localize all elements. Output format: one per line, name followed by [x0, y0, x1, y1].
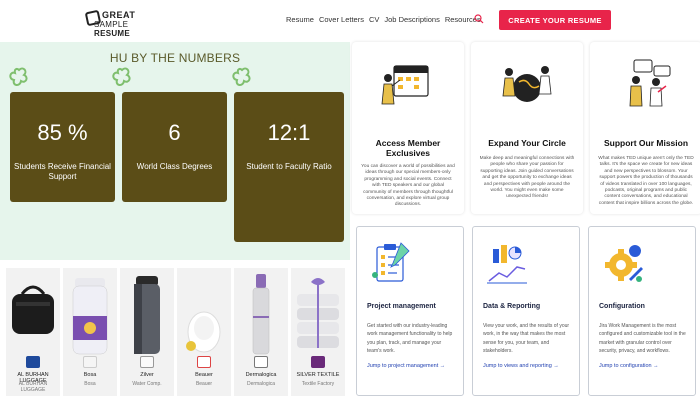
product-name: Zilver	[140, 372, 154, 378]
product-brand: Beauer	[195, 381, 213, 387]
gear-icon	[605, 245, 643, 282]
serum-bottle-image	[252, 274, 270, 355]
nav-item-resume[interactable]: Resume	[286, 15, 314, 24]
card-title: Configuration	[599, 303, 645, 310]
thermos-image	[134, 276, 160, 354]
card-body: Jira Work Management is the most configu…	[599, 323, 686, 354]
product-card[interactable]: SILVER TEXTILE Textile Factory	[291, 268, 345, 396]
product-name: Dermalogica	[245, 372, 277, 378]
logo-word-resume: RESUME	[94, 29, 131, 38]
product-card[interactable]: Zilver Water Comp.	[120, 268, 174, 396]
card-body: View your work, and the results of your …	[483, 323, 570, 354]
stat-card-degrees: 6 World Class Degrees	[122, 92, 227, 202]
member-card-circle: Expand Your Circle Make deep and meaning…	[471, 42, 583, 214]
member-card-exclusives: Access Member Exclusives You can discove…	[352, 42, 464, 214]
product-name: Beauer	[195, 372, 213, 378]
card-title: Support Our Mission	[603, 138, 689, 148]
chart-icon	[487, 245, 527, 284]
stat-value: 6	[168, 120, 181, 145]
calendar-illustration-icon	[381, 65, 429, 105]
create-resume-button[interactable]: CREATE YOUR RESUME	[499, 10, 611, 30]
brand-logo	[311, 356, 325, 368]
bag-image	[12, 285, 54, 334]
numbers-section: HU BY THE NUMBERS 85 % Students Receive …	[0, 42, 350, 260]
brand-logo	[83, 356, 97, 368]
feature-card-project-management: Project management Get started with our …	[356, 226, 464, 396]
logo-word-sample: SAMPLE	[94, 20, 129, 29]
stat-label: World Class Degrees	[136, 162, 213, 171]
logo-text-line1: GREAT	[102, 10, 136, 20]
nav-item-job-descriptions[interactable]: Job Descriptions	[384, 15, 439, 24]
brand-logo	[26, 356, 40, 368]
product-brand: Bosa	[84, 381, 96, 387]
product-name: SILVER TEXTILE	[296, 372, 340, 378]
towels-image	[297, 278, 339, 348]
stat-label: Student to Faculty Ratio	[246, 162, 332, 171]
brand-logo	[140, 356, 154, 368]
card-title: Access Member Exclusives	[375, 138, 441, 158]
speaker-image	[186, 311, 221, 353]
clipboard-icon	[372, 242, 410, 282]
feature-card-configuration: Configuration Jira Work Management is th…	[588, 226, 696, 396]
product-brand: AL BURHAN LUGGAGE	[18, 381, 48, 393]
product-card[interactable]: AL BURHAN LUGGAGE AL BURHAN LUGGAGE	[6, 268, 60, 396]
jump-to-configuration-link[interactable]: Jump to configuration →	[599, 363, 659, 369]
stat-value: 85 %	[37, 120, 88, 145]
nav-item-cv[interactable]: CV	[369, 15, 379, 24]
section-title: HU BY THE NUMBERS	[109, 51, 241, 65]
stat-card-financial-support: 85 % Students Receive Financial Support	[10, 92, 115, 202]
card-body: Get started with our industry-leading wo…	[367, 323, 453, 354]
card-title: Expand Your Circle	[488, 138, 566, 148]
card-body: Make deep and meaningful connections wit…	[479, 156, 575, 200]
product-brand: Dermalogica	[246, 381, 276, 387]
member-card-mission: Support Our Mission What makes TED uniqu…	[590, 42, 700, 214]
brand-logo	[197, 356, 211, 368]
card-title: Data & Reporting	[483, 303, 541, 310]
stat-label: Students Receive Financial Support	[14, 162, 111, 181]
product-card[interactable]: Beauer Beauer	[177, 268, 231, 396]
product-card[interactable]: Bosa Bosa	[63, 268, 117, 396]
product-strip: AL BURHAN LUGGAGE AL BURHAN LUGGAGE Bosa…	[0, 268, 350, 400]
product-brand: Water Comp.	[132, 381, 162, 387]
nav-item-cover-letters[interactable]: Cover Letters	[319, 15, 364, 24]
card-body: What makes TED unique aren't only the TE…	[598, 156, 694, 206]
jump-to-project-management-link[interactable]: Jump to project management →	[367, 363, 445, 369]
logo[interactable]: GREAT SAMPLE RESUME	[84, 9, 164, 38]
product-name: Bosa	[83, 372, 97, 378]
stat-card-faculty-ratio: 12:1 Student to Faculty Ratio	[234, 92, 344, 242]
jump-to-views-and-reporting-link[interactable]: Jump to views and reporting →	[483, 363, 559, 369]
card-title: Project management	[367, 303, 436, 310]
main-nav: Resume Cover Letters CV Job Descriptions…	[286, 15, 481, 24]
stat-value: 12:1	[267, 120, 311, 145]
brand-logo	[254, 356, 268, 368]
flower-icon	[232, 67, 251, 86]
globe-people-illustration-icon	[502, 66, 552, 102]
card-body: You can discover a world of possibilitie…	[361, 164, 455, 208]
flower-icon	[9, 67, 28, 86]
feature-card-data-reporting: Data & Reporting View your work, and the…	[472, 226, 580, 396]
bottle-image	[72, 278, 108, 355]
search-icon[interactable]	[474, 14, 484, 24]
product-brand: Textile Factory	[301, 381, 335, 387]
logo-text-line2: SAMPLE RESUME	[94, 20, 164, 38]
flower-icon	[112, 67, 131, 86]
site-header: GREAT SAMPLE RESUME Resume Cover Letters…	[0, 0, 700, 42]
product-card[interactable]: Dermalogica Dermalogica	[234, 268, 288, 396]
page: GREAT SAMPLE RESUME Resume Cover Letters…	[0, 0, 700, 400]
speech-people-illustration-icon	[629, 59, 671, 107]
